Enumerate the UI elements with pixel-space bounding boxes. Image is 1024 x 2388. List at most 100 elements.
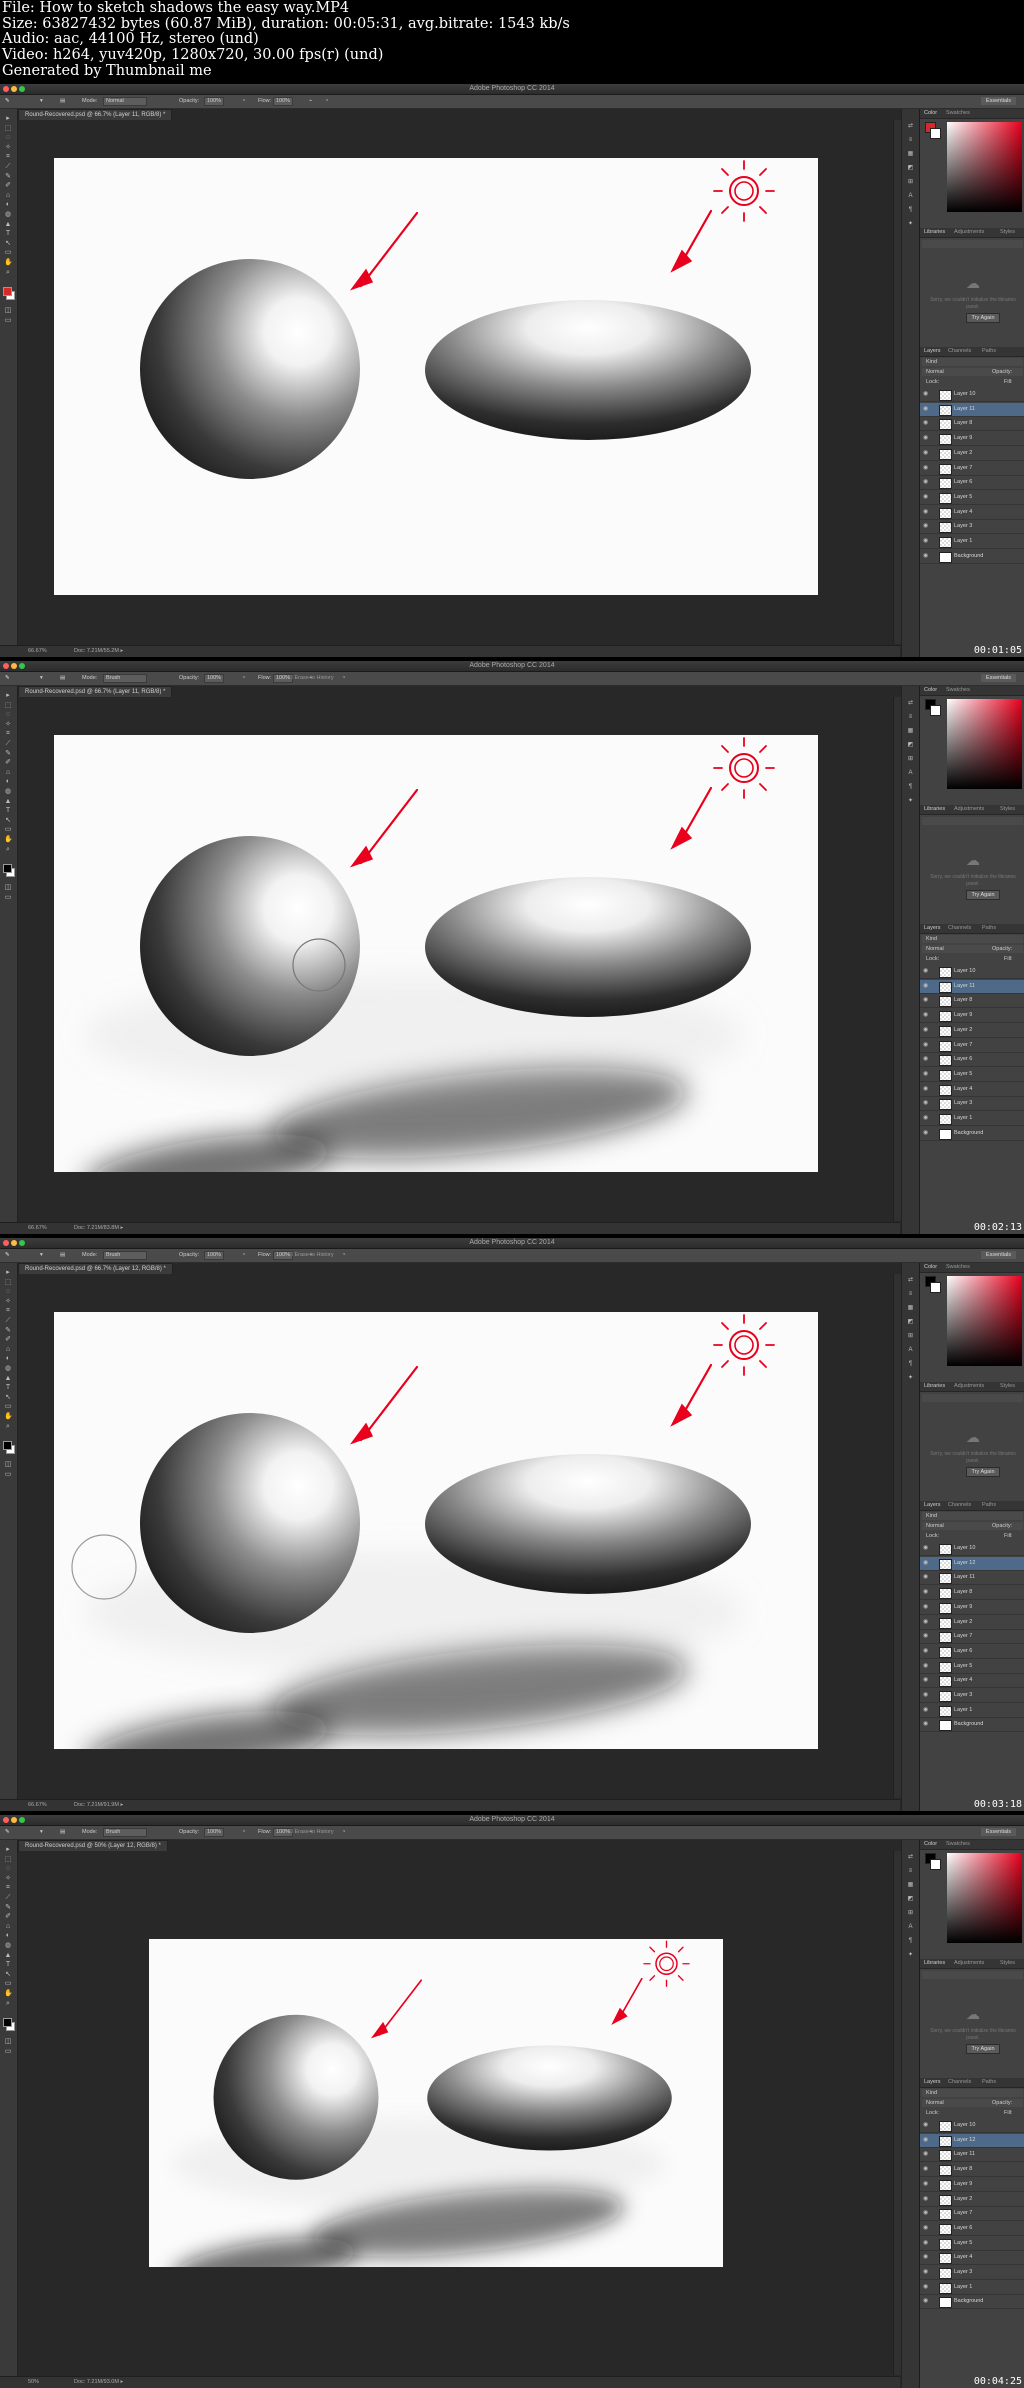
- tool-icon[interactable]: ⟋: [4, 163, 12, 170]
- dock-icon[interactable]: ▦: [907, 151, 914, 157]
- quick-mask-icon[interactable]: ◫: [4, 1461, 12, 1468]
- visibility-eye-icon[interactable]: ◉: [923, 1560, 929, 1566]
- tab-channels[interactable]: Channels: [948, 924, 971, 933]
- vertical-scrollbar[interactable]: [893, 1274, 901, 1798]
- layer-row[interactable]: ◉ Layer 3: [920, 1097, 1024, 1112]
- blend-mode-select[interactable]: Normal Opacity:: [922, 945, 1023, 953]
- layer-row[interactable]: ◉ Layer 11: [920, 2148, 1024, 2163]
- mode-select[interactable]: Brush: [103, 674, 147, 683]
- tab-channels[interactable]: Channels: [948, 2078, 971, 2087]
- layer-row[interactable]: ◉ Layer 5: [920, 491, 1024, 505]
- dock-icon[interactable]: A: [907, 193, 914, 199]
- tab-swatches[interactable]: Swatches: [946, 109, 970, 118]
- quick-mask-icon[interactable]: ◫: [4, 307, 12, 314]
- pressure-size-icon[interactable]: ◔: [342, 1251, 345, 1259]
- foreground-color-swatch[interactable]: [3, 1441, 12, 1450]
- tool-icon[interactable]: ⌂: [4, 192, 12, 199]
- brush-preset-icon[interactable]: ▾: [40, 97, 43, 105]
- opacity-field[interactable]: 100%: [204, 1251, 225, 1260]
- layer-row[interactable]: ◉ Layer 7: [920, 1039, 1024, 1053]
- tool-icon[interactable]: ⟋: [4, 1894, 12, 1901]
- layer-row[interactable]: ◉ Layer 10: [920, 388, 1024, 402]
- layer-row[interactable]: ◉ Layer 6: [920, 1645, 1024, 1659]
- dock-icon[interactable]: ✦: [907, 221, 914, 227]
- visibility-eye-icon[interactable]: ◉: [923, 1604, 929, 1610]
- tool-icon[interactable]: T: [4, 230, 12, 237]
- tab-adjustments[interactable]: Adjustments: [954, 805, 984, 814]
- tool-icon[interactable]: ✋: [4, 1990, 13, 1997]
- dock-icon[interactable]: ⇄: [907, 1277, 914, 1283]
- layer-row[interactable]: ◉ Layer 2: [920, 447, 1024, 461]
- tool-icon[interactable]: ✋: [4, 259, 13, 266]
- tool-icon[interactable]: ⌗: [4, 153, 12, 160]
- layer-row[interactable]: ◉ Layer 3: [920, 520, 1024, 535]
- dock-icon[interactable]: ⇄: [907, 700, 914, 706]
- visibility-eye-icon[interactable]: ◉: [923, 479, 929, 485]
- tab-paths[interactable]: Paths: [982, 924, 996, 933]
- visibility-eye-icon[interactable]: ◉: [923, 494, 929, 500]
- tool-icon[interactable]: ▭: [4, 1403, 12, 1410]
- pressure-opacity-icon[interactable]: ◔: [242, 1828, 245, 1836]
- brush-tool-icon[interactable]: ✎: [5, 1251, 10, 1259]
- layer-row[interactable]: ◉ Layer 11: [920, 402, 1024, 417]
- erase-to-history-label[interactable]: ☐ Erase to History: [288, 1251, 334, 1259]
- tool-icon[interactable]: ⌕: [4, 269, 12, 276]
- erase-to-history-label[interactable]: ☐ Erase to History: [288, 674, 334, 682]
- layer-row[interactable]: ◉ Layer 8: [920, 417, 1024, 432]
- document-size[interactable]: Doc: 7.21M/91.9M ▸: [74, 1801, 123, 1810]
- layer-row[interactable]: ◉ Layer 3: [920, 1689, 1024, 1703]
- pressure-opacity-icon[interactable]: ◔: [242, 674, 245, 682]
- visibility-eye-icon[interactable]: ◉: [923, 983, 929, 989]
- tool-icon[interactable]: ▸: [4, 115, 12, 122]
- layer-row[interactable]: ◉ Layer 7: [920, 462, 1024, 476]
- document-size[interactable]: Doc: 7.21M/83.8M ▸: [74, 1224, 123, 1233]
- dock-icon[interactable]: A: [907, 1347, 914, 1353]
- dock-icon[interactable]: ✦: [907, 798, 914, 804]
- tab-styles[interactable]: Styles: [1000, 1959, 1015, 1968]
- screen-mode-icon[interactable]: ▭: [4, 894, 12, 901]
- document-tab[interactable]: Round-Recovered.psd @ 50% (Layer 12, RGB…: [18, 1840, 168, 1851]
- visibility-eye-icon[interactable]: ◉: [923, 2240, 929, 2246]
- dock-icon[interactable]: ≡: [907, 1868, 914, 1874]
- tool-icon[interactable]: ✐: [4, 182, 12, 189]
- blend-mode-select[interactable]: Normal Opacity:: [922, 368, 1023, 376]
- brush-preset-icon[interactable]: ▾: [40, 1828, 43, 1836]
- tab-layers[interactable]: Layers: [924, 347, 941, 356]
- tool-icon[interactable]: T: [4, 807, 12, 814]
- layer-row[interactable]: ◉ Layer 5: [920, 1660, 1024, 1674]
- visibility-eye-icon[interactable]: ◉: [923, 2166, 929, 2172]
- visibility-eye-icon[interactable]: ◉: [923, 420, 929, 426]
- tool-icon[interactable]: ◐: [4, 1355, 12, 1362]
- visibility-eye-icon[interactable]: ◉: [923, 406, 929, 412]
- tool-icon[interactable]: ⬚: [4, 702, 12, 709]
- tab-styles[interactable]: Styles: [1000, 1382, 1015, 1391]
- tab-color[interactable]: Color: [924, 109, 937, 118]
- tool-icon[interactable]: ✐: [4, 759, 12, 766]
- brush-panel-icon[interactable]: ▤: [60, 1828, 65, 1836]
- visibility-eye-icon[interactable]: ◉: [923, 2210, 929, 2216]
- layer-row[interactable]: ◉ Layer 4: [920, 1674, 1024, 1689]
- tool-icon[interactable]: ⌗: [4, 730, 12, 737]
- visibility-eye-icon[interactable]: ◉: [923, 1692, 929, 1698]
- library-select[interactable]: [922, 240, 1023, 248]
- visibility-eye-icon[interactable]: ◉: [923, 538, 929, 544]
- tool-icon[interactable]: ✐: [4, 1336, 12, 1343]
- layer-row[interactable]: ◉ Layer 9: [920, 1009, 1024, 1024]
- visibility-eye-icon[interactable]: ◉: [923, 1648, 929, 1654]
- foreground-color-swatch[interactable]: [3, 864, 12, 873]
- tab-styles[interactable]: Styles: [1000, 228, 1015, 237]
- layer-row[interactable]: ◉ Layer 11: [920, 1571, 1024, 1586]
- brush-panel-icon[interactable]: ▤: [60, 97, 65, 105]
- zoom-level[interactable]: 66.67%: [28, 1224, 47, 1233]
- tool-icon[interactable]: ✐: [4, 1913, 12, 1920]
- layer-row[interactable]: ◉ Layer 6: [920, 2222, 1024, 2236]
- dock-icon[interactable]: A: [907, 1924, 914, 1930]
- tool-icon[interactable]: ◐: [4, 1932, 12, 1939]
- visibility-eye-icon[interactable]: ◉: [923, 1042, 929, 1048]
- layer-row[interactable]: ◉ Background: [920, 2295, 1024, 2310]
- zoom-level[interactable]: 66.67%: [28, 647, 47, 656]
- tool-icon[interactable]: ✎: [4, 1904, 12, 1911]
- layer-row[interactable]: ◉ Layer 10: [920, 965, 1024, 979]
- dock-icon[interactable]: ◩: [907, 165, 914, 171]
- layer-row[interactable]: ◉ Layer 5: [920, 2237, 1024, 2251]
